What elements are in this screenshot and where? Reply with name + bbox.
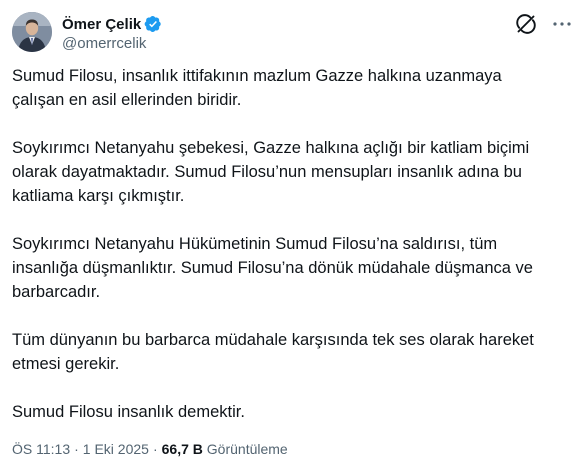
tweet-paragraph-3: Soykırımcı Netanyahu Hükümetinin Sumud F… [12,232,568,304]
author-handle[interactable]: @omerrcelik [62,35,162,52]
tweet-paragraph-4: Tüm dünyanın bu barbarca müdahale karşıs… [12,328,568,376]
tweet: Ömer Çelik @omerrcelik Sumud Filosu, ins… [0,0,580,465]
tweet-line: Soykırımcı Netanyahu Hükümetinin Sumud F… [12,235,498,253]
tweet-date[interactable]: 1 Eki 2025 [83,441,149,457]
tweet-line: katliama karşı çıkmıştır. [12,187,185,205]
tweet-header: Ömer Çelik @omerrcelik [12,12,571,56]
name-row: Ömer Çelik [62,14,162,34]
tweet-line: Sumud Filosu, insanlık ittifakının mazlu… [12,67,502,85]
tweet-paragraph-5: Sumud Filosu insanlık demektir. [12,400,568,424]
meta-separator: · [152,441,158,457]
more-dots-icon[interactable] [550,12,574,36]
tweet-line: barbarcadır. [12,283,101,301]
views-label: Görüntüleme [206,441,288,457]
tweet-line: etmesi gerekir. [12,355,120,373]
tweet-paragraph-2: Soykırımcı Netanyahu şebekesi, Gazze hal… [12,136,568,208]
author-names: Ömer Çelik @omerrcelik [62,14,162,52]
views-count[interactable]: 66,7 B [162,441,203,457]
tweet-line: Soykırımcı Netanyahu şebekesi, Gazze hal… [12,139,530,157]
tweet-meta: ÖS 11:13 · 1 Eki 2025 · 66,7 B Görüntüleme [12,441,288,457]
tweet-line: olarak dayatmaktadır. Sumud Filosu’nun m… [12,163,522,181]
tweet-time[interactable]: ÖS 11:13 [12,441,70,457]
verified-badge-icon[interactable] [144,15,162,33]
tweet-line: çalışan en asil ellerinden biridir. [12,91,242,109]
tweet-line: insanlığa düşmanlıktır. Sumud Filosu’na … [12,259,533,277]
meta-separator: · [74,441,79,457]
grok-icon[interactable] [514,12,538,36]
tweet-paragraph-1: Sumud Filosu, insanlık ittifakının mazlu… [12,64,568,112]
avatar-photo [12,12,52,52]
avatar[interactable] [12,12,52,52]
tweet-body: Sumud Filosu, insanlık ittifakının mazlu… [12,64,568,424]
tweet-line: Sumud Filosu insanlık demektir. [12,403,245,421]
tweet-line: Tüm dünyanın bu barbarca müdahale karşıs… [12,331,534,349]
author-display-name[interactable]: Ömer Çelik [62,16,141,33]
